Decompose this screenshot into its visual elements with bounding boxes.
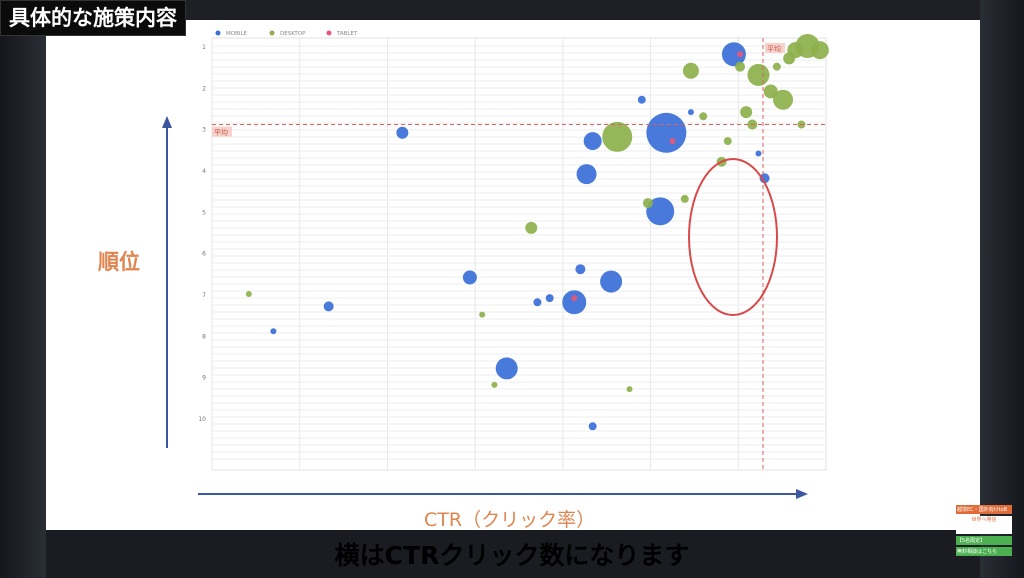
- average-label-x: 平均: [767, 44, 781, 53]
- data-point-desktop: [783, 52, 796, 65]
- data-point-desktop: [245, 291, 252, 297]
- data-point-desktop: [810, 41, 829, 60]
- y-tick-label: 10: [198, 416, 206, 423]
- data-point-desktop: [680, 194, 689, 203]
- data-point-desktop: [626, 386, 633, 393]
- data-point-mobile: [583, 132, 602, 151]
- data-point-mobile: [323, 301, 334, 312]
- data-point-desktop: [740, 106, 753, 119]
- subtitle-caption: 横はCTRクリック数になります: [334, 541, 690, 570]
- data-point-desktop: [479, 311, 486, 318]
- data-point-desktop: [763, 84, 778, 99]
- y-axis-arrow-head: [162, 116, 172, 128]
- y-tick-label: 3: [202, 127, 206, 134]
- y-tick-label: 4: [202, 168, 206, 175]
- data-point-desktop: [699, 112, 708, 121]
- video-title-badge: 具体的な施策内容: [0, 0, 186, 36]
- y-tick-label: 8: [202, 333, 206, 340]
- data-point-mobile: [562, 290, 587, 315]
- data-point-tablet: [669, 138, 676, 145]
- data-point-mobile: [637, 95, 646, 104]
- legend-marker: [215, 30, 221, 36]
- data-point-desktop: [723, 137, 732, 146]
- data-point-mobile: [576, 164, 597, 185]
- x-axis-arrow-head: [796, 489, 808, 499]
- data-point-desktop: [525, 221, 538, 234]
- data-point-mobile: [588, 422, 597, 431]
- y-tick-label: 6: [202, 251, 206, 258]
- data-point-tablet: [737, 51, 744, 58]
- y-tick-label: 7: [202, 292, 206, 299]
- x-axis-label: CTR（クリック率）: [424, 509, 596, 531]
- data-point-mobile: [545, 294, 554, 303]
- ad-line4: 無料相談はこちら: [956, 547, 1012, 556]
- data-point-mobile: [270, 328, 277, 335]
- data-point-mobile: [687, 109, 694, 116]
- chart-svg: 12345678910MOBILE DESKTOP TABLET平均平均: [162, 30, 829, 499]
- data-point-mobile: [755, 150, 762, 157]
- ad-line1: 越境EC・国外向けtoB: [956, 505, 1012, 514]
- data-point-desktop: [602, 121, 633, 152]
- legend-marker: [269, 30, 275, 36]
- y-tick-label: 2: [202, 85, 206, 92]
- data-point-mobile: [533, 298, 542, 307]
- y-tick-label: 1: [202, 44, 206, 51]
- plot-background: [211, 37, 827, 471]
- legend-entry: MOBILE: [226, 31, 248, 37]
- data-point-desktop: [747, 63, 770, 86]
- data-point-mobile: [396, 126, 409, 139]
- data-point-desktop: [682, 62, 699, 79]
- data-point-mobile: [575, 264, 586, 275]
- data-point-mobile: [495, 357, 518, 380]
- ad-banner[interactable]: 越境EC・国外向けtoB 世界へ発信 【5名限定】 無料相談はこちら: [956, 505, 1012, 563]
- ad-line3: 【5名限定】: [956, 536, 1012, 545]
- legend-entry: TABLET: [336, 31, 358, 37]
- data-point-desktop: [642, 198, 653, 209]
- data-point-mobile: [600, 270, 623, 293]
- data-point-mobile: [462, 270, 477, 285]
- data-point-desktop: [491, 381, 498, 388]
- ad-line2: 世界へ発信: [956, 516, 1012, 534]
- legend-entry: DESKTOP: [280, 31, 306, 37]
- data-point-tablet: [571, 295, 578, 302]
- y-tick-label: 9: [202, 375, 206, 382]
- y-axis-label: 順位: [98, 250, 140, 274]
- data-point-desktop: [735, 61, 746, 72]
- legend-marker: [326, 30, 332, 36]
- average-label-y: 平均: [214, 128, 228, 137]
- y-tick-label: 5: [202, 209, 206, 216]
- data-point-mobile: [646, 112, 687, 153]
- data-point-desktop: [772, 62, 781, 71]
